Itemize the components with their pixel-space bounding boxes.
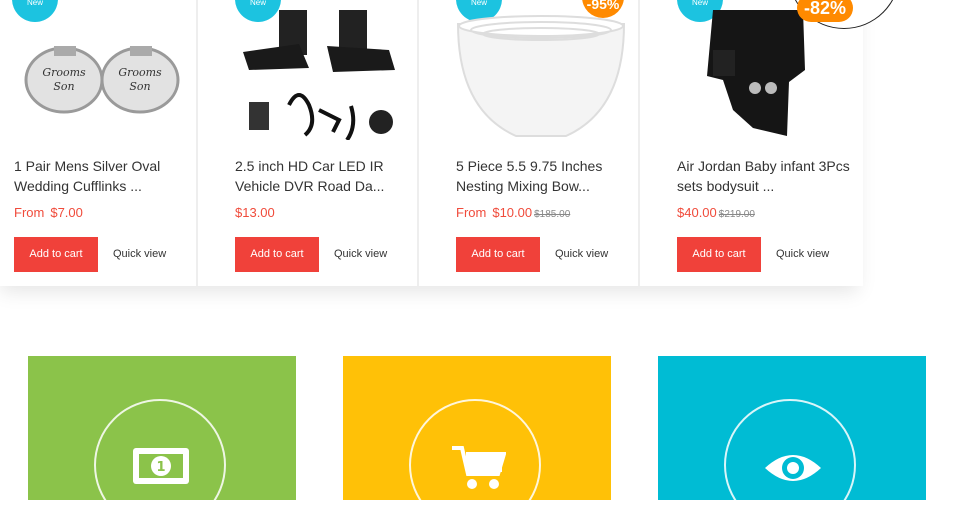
product-name-line: 1 Pair Mens Silver Oval — [14, 158, 161, 174]
add-to-cart-button[interactable]: Add to cart — [677, 237, 761, 272]
price: $7.00 — [50, 205, 83, 220]
price: $10.00 — [492, 205, 533, 220]
feature-tile-view[interactable] — [658, 356, 926, 531]
price: $40.00 — [677, 205, 717, 220]
add-to-cart-button[interactable]: Add to cart — [235, 237, 319, 272]
old-price: $219.00 — [718, 209, 755, 220]
price-row: From $7.00 — [14, 205, 83, 220]
product-image[interactable]: Grooms Son Grooms Son — [22, 10, 182, 140]
price-row: $13.00 — [235, 205, 275, 220]
quick-view-link[interactable]: Quick view — [776, 237, 829, 272]
feature-tile-money[interactable]: 1 — [28, 356, 296, 531]
product-name[interactable]: 1 Pair Mens Silver Oval Wedding Cufflink… — [14, 156, 194, 196]
quick-view-link[interactable]: Quick view — [555, 237, 608, 272]
price-from: From — [14, 205, 45, 220]
cart-icon — [452, 446, 506, 489]
product-card[interactable]: New -95% 5 Piece 5.5 9.75 Inches Nesting… — [442, 0, 642, 286]
product-card[interactable]: New Grooms Son Grooms Son 1 Pair Mens Si… — [0, 0, 200, 286]
feature-tile-cart[interactable] — [343, 356, 611, 531]
divider — [417, 0, 419, 286]
svg-text:Son: Son — [129, 80, 150, 93]
product-card[interactable]: New 2.5 inch HD Car LED IR Vehicle DVR R… — [221, 0, 421, 286]
product-name-line: 2.5 inch HD Car LED IR — [235, 158, 384, 174]
product-carousel: New Grooms Son Grooms Son 1 Pair Mens Si… — [0, 0, 863, 286]
quick-view-link[interactable]: Quick view — [334, 237, 387, 272]
eye-icon — [765, 455, 821, 481]
product-name-line: sets bodysuit ... — [677, 178, 775, 194]
price-from: From — [456, 205, 487, 220]
product-name[interactable]: 5 Piece 5.5 9.75 Inches Nesting Mixing B… — [456, 156, 636, 196]
product-card[interactable]: New Air Jordan Baby infant 3Pcs sets bod… — [663, 0, 863, 286]
divider — [638, 0, 640, 286]
product-name[interactable]: 2.5 inch HD Car LED IR Vehicle DVR Road … — [235, 156, 415, 196]
divider — [196, 0, 198, 286]
svg-text:1: 1 — [156, 460, 165, 475]
svg-text:Grooms: Grooms — [118, 66, 162, 79]
svg-text:Grooms: Grooms — [42, 66, 86, 79]
old-price: $185.00 — [534, 209, 571, 220]
price: $13.00 — [235, 205, 275, 220]
product-image[interactable] — [456, 10, 626, 140]
product-image[interactable] — [239, 10, 409, 140]
product-name-line: 5 Piece 5.5 9.75 Inches — [456, 158, 603, 174]
product-name-line: Wedding Cufflinks ... — [14, 178, 142, 194]
svg-text:Son: Son — [53, 80, 74, 93]
product-name-line: Nesting Mixing Bow... — [456, 178, 590, 194]
quick-view-link[interactable]: Quick view — [113, 237, 166, 272]
money-icon: 1 — [133, 448, 189, 484]
product-image[interactable] — [693, 10, 823, 140]
price-row: $40.00 $219.00 — [677, 205, 755, 220]
discount-badge: -82% — [797, 0, 853, 22]
product-name[interactable]: Air Jordan Baby infant 3Pcs sets bodysui… — [677, 156, 857, 196]
product-name-line: Vehicle DVR Road Da... — [235, 178, 385, 194]
price-row: From $10.00 $185.00 — [456, 205, 570, 220]
add-to-cart-button[interactable]: Add to cart — [456, 237, 540, 272]
add-to-cart-button[interactable]: Add to cart — [14, 237, 98, 272]
product-name-line: Air Jordan Baby infant 3Pcs — [677, 158, 850, 174]
